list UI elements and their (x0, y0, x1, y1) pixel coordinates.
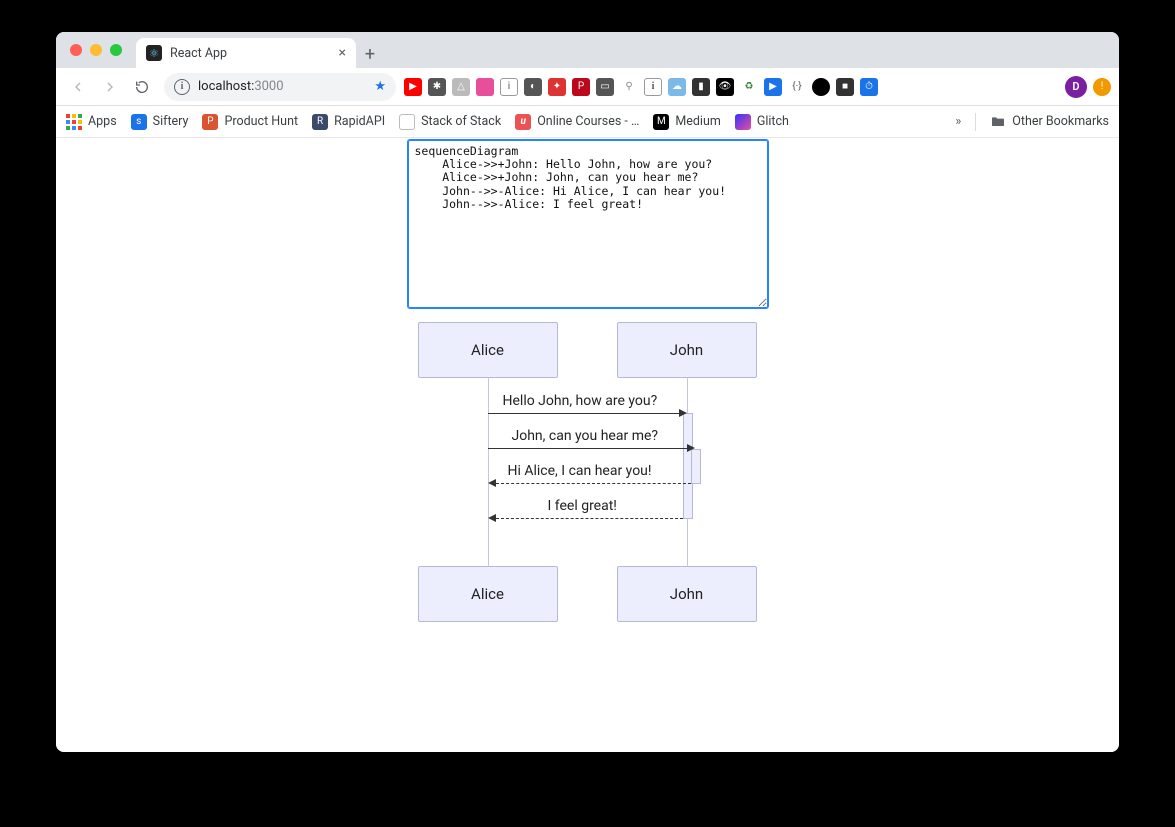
info-ext-icon[interactable]: i (500, 78, 518, 96)
bookmark-stackofstack[interactable]: Stack of Stack (399, 114, 501, 130)
bookmark-udemy[interactable]: uOnline Courses - … (515, 114, 639, 130)
msg-2-label: John, can you hear me? (512, 428, 659, 444)
browser-toolbar: i localhost:3000 ★ ▶ ✱ △ i ◐ ✦ P ▭ ⚲ i ☁… (56, 68, 1119, 106)
page-icon (399, 114, 415, 130)
siftery-icon: s (131, 114, 147, 130)
profile-avatar[interactable]: D (1065, 76, 1087, 98)
actor-alice-top: Alice (418, 322, 558, 378)
youtube-ext-icon[interactable]: ▶ (404, 78, 422, 96)
bookmark-siftery[interactable]: sSiftery (131, 114, 189, 130)
bookmark-star-icon[interactable]: ★ (374, 79, 386, 94)
apps-icon (66, 114, 82, 130)
extensions-row: ▶ ✱ △ i ◐ ✦ P ▭ ⚲ i ☁ ▮ 👁 ♻ ▶ {·} ■ ⏱ D … (404, 76, 1111, 98)
close-window-button[interactable] (70, 44, 82, 56)
msg-1-arrow (488, 413, 679, 414)
reload-button[interactable] (128, 73, 156, 101)
bookmarks-overflow-button[interactable]: » (955, 114, 961, 129)
ext-icon[interactable]: ☁ (668, 78, 686, 96)
ext-icon[interactable]: ✦ (548, 78, 566, 96)
video-ext-icon[interactable]: ■ (836, 78, 854, 96)
bookmark-glitch[interactable]: Glitch (735, 114, 789, 130)
ext-icon[interactable]: ◐ (524, 78, 542, 96)
pinterest-ext-icon[interactable]: P (572, 78, 590, 96)
window-controls (66, 32, 130, 68)
apps-label: Apps (88, 114, 117, 129)
react-favicon-icon: ⚛ (146, 45, 162, 61)
cast-ext-icon[interactable]: ▭ (596, 78, 614, 96)
recycle-ext-icon[interactable]: ♻ (740, 78, 758, 96)
ext-icon[interactable]: ▶ (764, 78, 782, 96)
minimize-window-button[interactable] (90, 44, 102, 56)
msg-3-arrow (496, 483, 691, 484)
tab-strip: ⚛ React App × + (56, 32, 1119, 68)
folder-icon (990, 114, 1006, 130)
actor-john-bottom: John (617, 566, 757, 622)
msg-1-label: Hello John, how are you? (503, 393, 658, 409)
bookmark-rapidapi[interactable]: RRapidAPI (312, 114, 385, 130)
site-info-icon[interactable]: i (174, 79, 190, 95)
ext-icon[interactable]: ▮ (692, 78, 710, 96)
address-bar[interactable]: i localhost:3000 ★ (164, 73, 396, 101)
msg-3-arrowhead-icon (488, 479, 496, 487)
producthunt-icon: P (202, 114, 218, 130)
bookmarks-bar: Apps sSiftery PProduct Hunt RRapidAPI St… (56, 106, 1119, 138)
msg-2-arrowhead-icon (687, 444, 695, 452)
msg-4-arrow (496, 518, 683, 519)
alert-icon[interactable]: ! (1093, 78, 1111, 96)
tab-title: React App (170, 46, 331, 61)
lifeline-alice (488, 378, 489, 566)
apps-shortcut[interactable]: Apps (66, 114, 117, 130)
msg-4-arrowhead-icon (488, 514, 496, 522)
forward-button[interactable] (96, 73, 124, 101)
dot-ext-icon[interactable] (812, 78, 830, 96)
back-button[interactable] (64, 73, 92, 101)
medium-icon: M (653, 114, 669, 130)
browser-tab[interactable]: ⚛ React App × (136, 38, 356, 68)
msg-2-arrow (488, 448, 687, 449)
fullscreen-window-button[interactable] (110, 44, 122, 56)
ext-icon[interactable]: ✱ (428, 78, 446, 96)
close-tab-button[interactable]: × (339, 46, 346, 60)
braces-ext-icon[interactable]: {·} (788, 78, 806, 96)
mermaid-source-textarea[interactable] (408, 140, 768, 308)
udemy-icon: u (515, 114, 531, 130)
bookmark-medium[interactable]: MMedium (653, 114, 720, 130)
browser-window: ⚛ React App × + i localhost:3000 ★ ▶ ✱ △… (56, 32, 1119, 752)
url-text: localhost:3000 (198, 79, 284, 94)
eye-ext-icon[interactable]: 👁 (716, 78, 734, 96)
drive-ext-icon[interactable]: △ (452, 78, 470, 96)
glitch-icon (735, 114, 751, 130)
ext-icon[interactable] (476, 78, 494, 96)
other-bookmarks-folder[interactable]: Other Bookmarks (990, 114, 1109, 130)
actor-john-top: John (617, 322, 757, 378)
msg-3-label: Hi Alice, I can hear you! (508, 463, 652, 479)
search-ext-icon[interactable]: ⚲ (620, 78, 638, 96)
activation-bar-inner (691, 449, 701, 484)
actor-alice-bottom: Alice (418, 566, 558, 622)
msg-4-label: I feel great! (548, 498, 617, 514)
bookmark-producthunt[interactable]: PProduct Hunt (202, 114, 298, 130)
info2-ext-icon[interactable]: i (644, 78, 662, 96)
new-tab-button[interactable]: + (356, 40, 384, 68)
page-content: Alice John Hello John, how are you? John… (56, 138, 1119, 752)
clockify-ext-icon[interactable]: ⏱ (860, 78, 878, 96)
msg-1-arrowhead-icon (679, 409, 687, 417)
sequence-diagram: Alice John Hello John, how are you? John… (408, 322, 768, 632)
rapidapi-icon: R (312, 114, 328, 130)
